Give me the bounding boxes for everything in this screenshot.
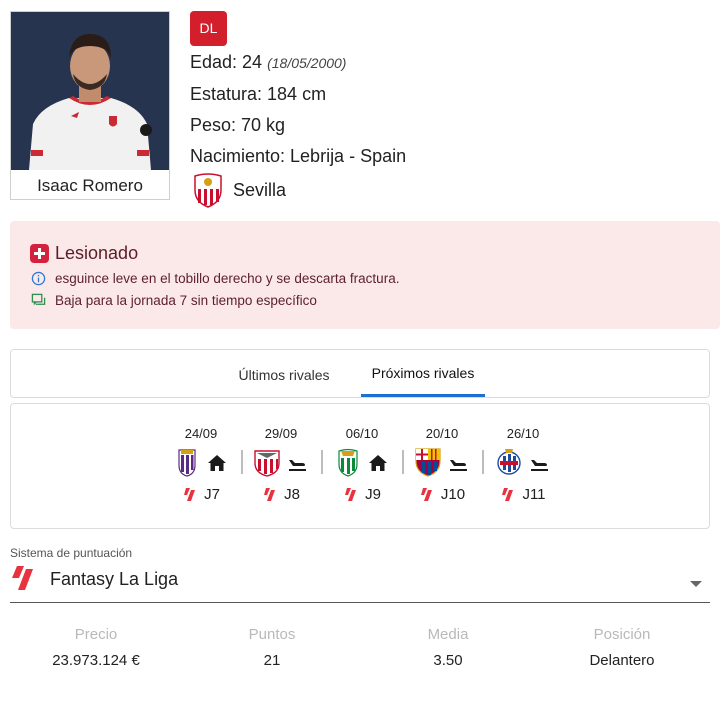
player-team[interactable]: Sevilla	[192, 172, 286, 208]
stat-points-value: 21	[263, 652, 281, 669]
injury-detail-text: esguince leve en el tobillo derecho y se…	[55, 271, 400, 286]
away-plane-icon	[531, 460, 548, 471]
stat-position-value: Delantero	[589, 652, 655, 669]
date-of-birth: (18/05/2000)	[267, 55, 347, 71]
scoring-system-label: Sistema de puntuación	[10, 546, 133, 560]
rival-item[interactable]: 06/10 J9	[324, 426, 404, 516]
stat-average: Media 3.50	[360, 626, 536, 669]
home-icon	[369, 455, 387, 471]
injury-note: Baja para la jornada 7 sin tiempo especí…	[31, 293, 317, 308]
match-date: 29/09	[264, 426, 298, 441]
sevilla-crest-icon	[194, 173, 222, 208]
away-plane-icon	[289, 460, 306, 471]
player-birthplace: Nacimiento: Lebrija - Spain	[190, 146, 407, 166]
rival-item[interactable]: 24/09 J7	[163, 426, 243, 516]
round-label: J8	[284, 486, 300, 503]
team-name: Sevilla	[233, 179, 287, 200]
stat-points: Puntos 21	[184, 626, 360, 669]
rivals-tabs: Últimos rivales Próximos rivales	[10, 349, 710, 398]
match-date: 06/10	[345, 426, 379, 441]
laliga-logo-icon	[184, 487, 196, 501]
match-round: J8	[243, 486, 319, 503]
athletic-club-crest-icon	[254, 450, 280, 477]
stat-points-label: Puntos	[248, 626, 296, 643]
stat-average-label: Media	[427, 626, 469, 643]
injury-status-label: Lesionado	[55, 243, 139, 263]
tab-next-rivals-label: Próximos rivales	[371, 365, 475, 381]
espanyol-crest-icon	[497, 449, 521, 475]
dropdown-arrow-icon	[690, 581, 702, 587]
tab-next-rivals[interactable]: Próximos rivales	[361, 350, 485, 397]
injury-status: Lesionado	[30, 243, 138, 264]
age-label: Edad: 24	[190, 52, 263, 72]
stat-price: Precio 23.973.124 €	[8, 626, 184, 669]
active-tab-indicator	[361, 394, 485, 397]
player-height: Estatura: 184 cm	[190, 84, 327, 104]
stat-position-label: Posición	[593, 626, 651, 643]
round-label: J7	[204, 486, 220, 503]
barcelona-crest-icon	[415, 448, 441, 477]
laliga-logo-icon	[345, 487, 357, 501]
player-photo	[11, 12, 169, 170]
position-badge: DL	[190, 11, 227, 46]
scoring-system-value: Fantasy La Liga	[50, 569, 179, 589]
stat-price-label: Precio	[74, 626, 118, 643]
rivals-panel: 24/09 J7 29/09 J8 06/10 J9 20/10 J10 26/…	[10, 403, 710, 529]
laliga-logo-icon	[12, 566, 33, 590]
player-card: Isaac Romero	[10, 11, 170, 200]
scoring-system-select[interactable]: Fantasy La Liga	[10, 565, 710, 603]
betis-crest-icon	[338, 448, 358, 477]
stat-price-value: 23.973.124 €	[52, 652, 140, 669]
round-label: J9	[365, 486, 381, 503]
stat-position: Posición Delantero	[534, 626, 710, 669]
laliga-logo-icon	[420, 487, 432, 501]
match-round: J11	[485, 486, 561, 503]
injury-detail: esguince leve en el tobillo derecho y se…	[31, 271, 399, 286]
injury-note-text: Baja para la jornada 7 sin tiempo especí…	[55, 293, 317, 308]
laliga-logo-icon	[502, 487, 514, 501]
round-label: J11	[522, 486, 546, 503]
info-icon	[31, 271, 46, 286]
rival-separator	[482, 450, 484, 474]
player-age: Edad: 24 (18/05/2000)	[190, 52, 346, 73]
player-name: Isaac Romero	[37, 176, 143, 195]
injury-panel: Lesionado esguince leve en el tobillo de…	[10, 221, 720, 329]
match-date: 24/09	[184, 426, 218, 441]
stat-average-value: 3.50	[433, 652, 463, 669]
match-round: J7	[163, 486, 239, 503]
valladolid-crest-icon	[178, 449, 196, 477]
match-date: 20/10	[425, 426, 459, 441]
round-label: J10	[440, 486, 466, 503]
rival-item[interactable]: 29/09 J8	[243, 426, 323, 516]
player-weight: Peso: 70 kg	[190, 115, 286, 135]
rival-item[interactable]: 20/10 J10	[404, 426, 484, 516]
rival-item[interactable]: 26/10 J11	[485, 426, 561, 516]
match-round: J9	[324, 486, 400, 503]
medical-cross-icon	[30, 244, 49, 263]
comment-icon	[31, 293, 46, 306]
match-date: 26/10	[506, 426, 540, 441]
rival-separator	[321, 450, 323, 474]
home-icon	[208, 455, 226, 471]
match-round: J10	[404, 486, 480, 503]
tab-last-rivals[interactable]: Últimos rivales	[231, 350, 337, 397]
away-plane-icon	[450, 460, 467, 471]
laliga-logo-icon	[264, 487, 276, 501]
